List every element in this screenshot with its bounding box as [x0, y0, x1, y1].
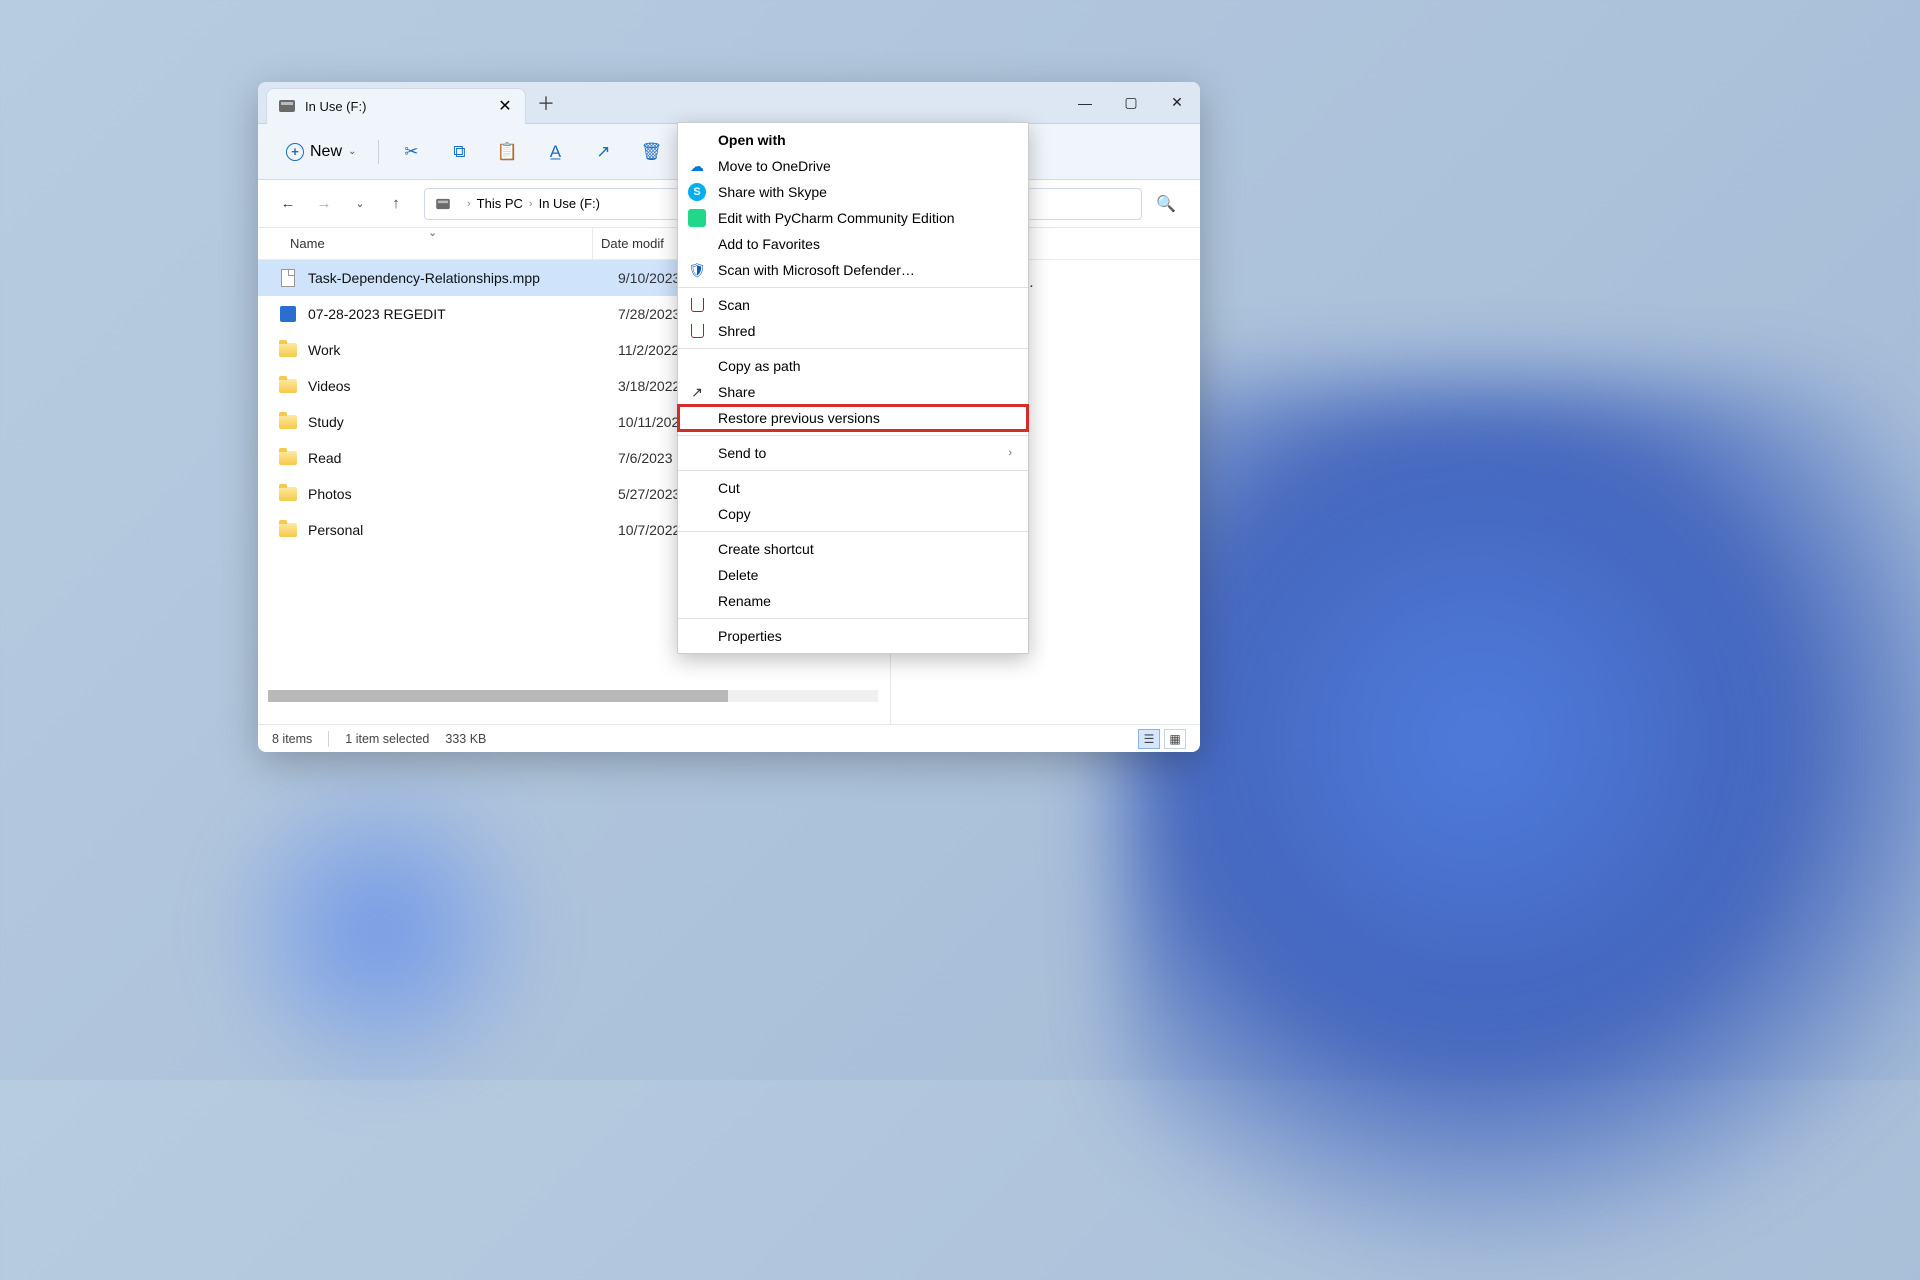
search-icon[interactable]: 🔍 — [1154, 188, 1178, 220]
ctx-delete[interactable]: Delete — [678, 562, 1028, 588]
separator — [678, 348, 1028, 349]
status-size: 333 KB — [445, 732, 486, 746]
close-button[interactable]: ✕ — [1154, 82, 1200, 124]
tab-label: In Use (F:) — [305, 99, 497, 114]
mcafee-icon — [688, 296, 706, 314]
ctx-open-with[interactable]: Open with — [678, 127, 1028, 153]
file-name: Task-Dependency-Relationships.mpp — [308, 270, 618, 286]
file-name: Videos — [308, 378, 618, 394]
ctx-send-to[interactable]: Send to› — [678, 440, 1028, 466]
desktop-wallpaper-bloom — [180, 730, 580, 1130]
ctx-restore-previous-versions[interactable]: Restore previous versions — [678, 405, 1028, 431]
ctx-copy[interactable]: Copy — [678, 501, 1028, 527]
separator — [678, 470, 1028, 471]
separator — [678, 287, 1028, 288]
breadcrumb-drive[interactable]: In Use (F:) — [539, 196, 600, 211]
rename-icon[interactable]: A̲ — [535, 134, 575, 170]
recent-dropdown[interactable]: ⌄ — [344, 188, 376, 220]
ctx-share-skype[interactable]: SShare with Skype — [678, 179, 1028, 205]
minimize-button[interactable]: — — [1062, 82, 1108, 124]
window-controls: — ▢ ✕ — [1062, 82, 1200, 124]
folder-icon — [278, 376, 298, 396]
file-name: 07-28-2023 REGEDIT — [308, 306, 618, 322]
defender-icon: 🛡 — [688, 261, 706, 279]
share-icon: ↗ — [688, 383, 706, 401]
status-items: 8 items — [272, 732, 312, 746]
view-thumbnails-button[interactable]: ▦ — [1164, 729, 1186, 749]
active-tab[interactable]: In Use (F:) ✕ — [266, 88, 526, 124]
file-name: Personal — [308, 522, 618, 538]
share-icon[interactable]: ↗ — [583, 134, 623, 170]
ctx-shred[interactable]: Shred — [678, 318, 1028, 344]
ctx-scan-defender[interactable]: 🛡Scan with Microsoft Defender… — [678, 257, 1028, 283]
folder-icon — [278, 412, 298, 432]
forward-button[interactable]: → — [308, 188, 340, 220]
paste-icon[interactable]: 📋 — [487, 134, 527, 170]
view-details-button[interactable]: ☰ — [1138, 729, 1160, 749]
context-menu: Open with ☁Move to OneDrive SShare with … — [677, 122, 1029, 654]
ctx-edit-pycharm[interactable]: Edit with PyCharm Community Edition — [678, 205, 1028, 231]
separator — [678, 531, 1028, 532]
status-bar: 8 items 1 item selected 333 KB ☰ ▦ — [258, 724, 1200, 752]
drive-icon — [436, 198, 450, 208]
folder-icon — [278, 484, 298, 504]
new-button[interactable]: + New ⌄ — [276, 137, 366, 167]
skype-icon: S — [688, 183, 706, 201]
new-tab-button[interactable]: ＋ — [526, 85, 566, 121]
back-button[interactable]: ← — [272, 188, 304, 220]
maximize-button[interactable]: ▢ — [1108, 82, 1154, 124]
ctx-scan[interactable]: Scan — [678, 292, 1028, 318]
ctx-move-onedrive[interactable]: ☁Move to OneDrive — [678, 153, 1028, 179]
ctx-create-shortcut[interactable]: Create shortcut — [678, 536, 1028, 562]
onedrive-icon: ☁ — [688, 157, 706, 175]
folder-icon — [278, 340, 298, 360]
file-name: Work — [308, 342, 618, 358]
ctx-share[interactable]: ↗Share — [678, 379, 1028, 405]
document-icon — [278, 268, 298, 288]
ctx-copy-path[interactable]: Copy as path — [678, 353, 1028, 379]
mcafee-icon — [688, 322, 706, 340]
folder-icon — [278, 520, 298, 540]
chevron-right-icon: › — [467, 198, 471, 210]
separator — [678, 618, 1028, 619]
file-name: Read — [308, 450, 618, 466]
separator — [328, 731, 329, 747]
drive-icon — [279, 100, 295, 112]
delete-icon[interactable]: 🗑 — [631, 134, 671, 170]
cut-icon[interactable]: ✂ — [391, 134, 431, 170]
file-name: Photos — [308, 486, 618, 502]
scrollbar-thumb[interactable] — [268, 690, 728, 702]
separator — [378, 140, 379, 164]
horizontal-scrollbar[interactable] — [268, 690, 878, 702]
ctx-rename[interactable]: Rename — [678, 588, 1028, 614]
copy-icon[interactable]: ⧉ — [439, 134, 479, 170]
regedit-icon — [278, 304, 298, 324]
titlebar[interactable]: In Use (F:) ✕ ＋ — ▢ ✕ — [258, 82, 1200, 124]
breadcrumb-this-pc[interactable]: This PC — [477, 196, 523, 211]
pycharm-icon — [688, 209, 706, 227]
new-label: New — [310, 143, 342, 161]
file-name: Study — [308, 414, 618, 430]
chevron-right-icon: › — [1008, 447, 1012, 459]
separator — [678, 435, 1028, 436]
desktop-wallpaper-bloom — [1120, 380, 1920, 1280]
plus-icon: + — [286, 143, 304, 161]
sort-indicator-icon: ⌄ — [428, 226, 437, 239]
ctx-add-favorites[interactable]: Add to Favorites — [678, 231, 1028, 257]
chevron-right-icon: › — [529, 198, 533, 210]
ctx-cut[interactable]: Cut — [678, 475, 1028, 501]
tab-close-button[interactable]: ✕ — [497, 98, 513, 114]
ctx-properties[interactable]: Properties — [678, 623, 1028, 649]
status-selected: 1 item selected — [345, 732, 429, 746]
up-button[interactable]: ↑ — [380, 188, 412, 220]
chevron-down-icon: ⌄ — [348, 146, 356, 157]
folder-icon — [278, 448, 298, 468]
